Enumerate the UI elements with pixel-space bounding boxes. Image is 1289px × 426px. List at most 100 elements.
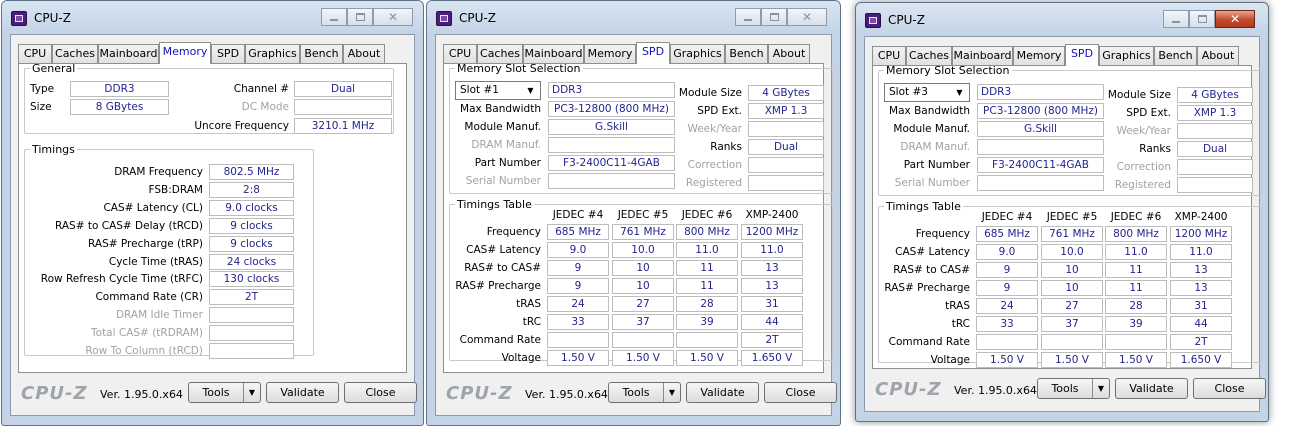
minimize-icon[interactable]: [735, 8, 761, 26]
chevron-down-icon[interactable]: ▼: [1092, 379, 1109, 398]
timing-label: Row Refresh Cycle Time (tRFC): [40, 273, 203, 286]
timings-cell: 11.0: [741, 242, 803, 258]
tab-graphics[interactable]: Graphics: [245, 44, 300, 63]
maximize-icon[interactable]: [761, 8, 787, 26]
timings-row-label: Command Rate: [888, 336, 970, 348]
dc-mode-value: [294, 99, 392, 115]
timings-column-header: JEDEC #5: [617, 209, 669, 221]
uncore-frequency-label: Uncore Frequency: [194, 120, 289, 132]
tab-bench[interactable]: Bench: [1154, 46, 1197, 65]
maximize-icon[interactable]: [1189, 10, 1215, 28]
timings-column-header: XMP-2400: [1174, 211, 1228, 223]
slot-select[interactable]: Slot #1 ▼: [455, 81, 541, 100]
timings-cell: 28: [676, 296, 738, 312]
close-icon[interactable]: ✕: [1215, 10, 1255, 28]
timings-cell: 13: [741, 278, 803, 294]
week-year-value: [748, 121, 824, 137]
timings-cell: 39: [676, 314, 738, 330]
chevron-down-icon[interactable]: ▼: [523, 83, 538, 98]
cpuz-window-memory: CPU-Z ✕ CPU Caches Mainboard Memory SPD …: [1, 0, 424, 426]
spd-ext-value: XMP 1.3: [748, 103, 824, 119]
validate-button[interactable]: Validate: [1115, 378, 1188, 399]
module-manuf-value: G.Skill: [977, 121, 1104, 137]
timings-cell: 31: [741, 296, 803, 312]
correction-value: [1177, 159, 1253, 175]
tab-cpu[interactable]: CPU: [872, 46, 906, 65]
tools-button[interactable]: Tools ▼: [188, 382, 261, 403]
tab-bench[interactable]: Bench: [725, 44, 768, 63]
timings-column-header: JEDEC #4: [981, 211, 1033, 223]
size-value: 8 GBytes: [70, 99, 169, 115]
tab-spd[interactable]: SPD: [211, 44, 245, 63]
timings-row-label: Voltage: [501, 352, 541, 364]
cpu-z-icon: [11, 11, 27, 26]
tools-button[interactable]: Tools ▼: [1037, 378, 1110, 399]
type-value: DDR3: [70, 81, 169, 97]
timings-cell: 1.650 V: [741, 350, 803, 366]
cpu-z-icon: [436, 11, 452, 26]
title-bar[interactable]: CPU-Z ✕: [427, 1, 840, 33]
title-bar[interactable]: CPU-Z ✕: [2, 1, 423, 33]
tab-caches[interactable]: Caches: [906, 46, 952, 65]
memory-pane: General Type DDR3 Size 8 GBytes Channel …: [18, 62, 407, 373]
chevron-down-icon[interactable]: ▼: [663, 383, 680, 402]
timings-cell: 31: [1170, 298, 1232, 314]
timings-table-title: Timings Table: [457, 198, 532, 211]
chevron-down-icon[interactable]: ▼: [952, 85, 967, 100]
serial-number-label: Serial Number: [894, 177, 970, 189]
tab-mainboard[interactable]: Mainboard: [98, 44, 159, 63]
timings-cell: 11: [1105, 280, 1167, 296]
tab-memory[interactable]: Memory: [159, 42, 211, 64]
minimize-icon[interactable]: [321, 8, 347, 26]
timings-cell: 44: [741, 314, 803, 330]
timings-cell: 28: [1105, 298, 1167, 314]
tab-graphics[interactable]: Graphics: [670, 44, 725, 63]
timings-row-label: CAS# Latency: [466, 244, 541, 256]
tab-caches[interactable]: Caches: [52, 44, 98, 63]
timings-cell: 10.0: [1041, 244, 1103, 260]
title-bar[interactable]: CPU-Z ✕: [856, 3, 1268, 35]
close-icon[interactable]: ✕: [373, 8, 413, 26]
timings-cell: 2T: [1170, 334, 1232, 350]
validate-button[interactable]: Validate: [266, 382, 339, 403]
tab-cpu[interactable]: CPU: [18, 44, 52, 63]
tab-about[interactable]: About: [768, 44, 810, 63]
tab-mainboard[interactable]: Mainboard: [952, 46, 1013, 65]
timing-label: CAS# Latency (CL): [103, 201, 203, 214]
tab-about[interactable]: About: [1197, 46, 1239, 65]
tab-about[interactable]: About: [343, 44, 385, 63]
cpu-z-logo: CPU-Z: [446, 383, 513, 404]
tab-cpu[interactable]: CPU: [443, 44, 477, 63]
spd-ext-value: XMP 1.3: [1177, 105, 1253, 121]
window-client: CPU Caches Mainboard Memory SPD Graphics Bench…: [435, 34, 837, 416]
slot-select[interactable]: Slot #3 ▼: [884, 83, 970, 102]
timing-value: 130 clocks: [209, 271, 294, 288]
timings-cell: 1.50 V: [1041, 352, 1103, 368]
validate-button[interactable]: Validate: [686, 382, 759, 403]
timings-row-label: Voltage: [930, 354, 970, 366]
timings-cell: 11: [1105, 262, 1167, 278]
tab-caches[interactable]: Caches: [477, 44, 523, 63]
module-size-value: 4 GBytes: [1177, 87, 1253, 103]
maximize-icon[interactable]: [347, 8, 373, 26]
spd-ext-label: SPD Ext.: [697, 105, 742, 117]
tools-button[interactable]: Tools ▼: [608, 382, 681, 403]
tab-spd[interactable]: SPD: [636, 42, 670, 64]
timings-cell: 27: [1041, 298, 1103, 314]
close-button[interactable]: Close: [344, 382, 417, 403]
version-label: Ver. 1.95.0.x64: [100, 388, 183, 401]
close-icon[interactable]: ✕: [787, 8, 827, 26]
timing-label: Row To Column (tRCD): [85, 345, 203, 357]
tab-memory[interactable]: Memory: [1013, 46, 1065, 65]
chevron-down-icon[interactable]: ▼: [243, 383, 260, 402]
tab-mainboard[interactable]: Mainboard: [523, 44, 584, 63]
timings-cell: 10: [1041, 262, 1103, 278]
close-button[interactable]: Close: [764, 382, 837, 403]
tab-bench[interactable]: Bench: [300, 44, 343, 63]
close-button[interactable]: Close: [1193, 378, 1266, 399]
tab-spd[interactable]: SPD: [1065, 44, 1099, 66]
timings-row-label: Command Rate: [459, 334, 541, 346]
tab-memory[interactable]: Memory: [584, 44, 636, 63]
tab-graphics[interactable]: Graphics: [1099, 46, 1154, 65]
minimize-icon[interactable]: [1163, 10, 1189, 28]
